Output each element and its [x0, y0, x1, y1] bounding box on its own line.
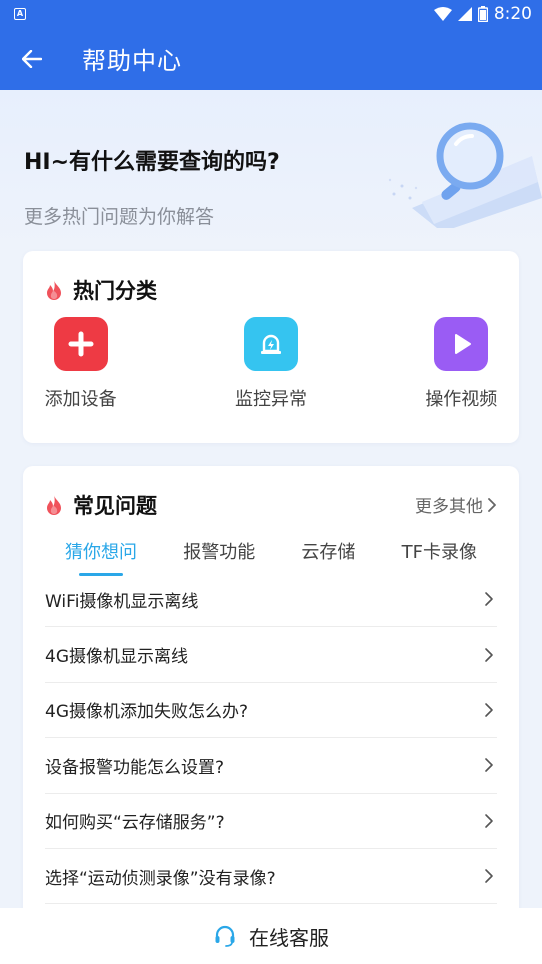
status-bar: A 8:20	[0, 0, 542, 27]
chevron-right-icon	[481, 591, 497, 607]
faq-item[interactable]: 如何购买“云存储服务”?	[45, 794, 497, 849]
hot-categories-card: 热门分类 添加设备 监控异常 操作视频	[23, 251, 519, 443]
chevron-right-icon	[488, 497, 496, 512]
faq-question: 设备报警功能怎么设置?	[45, 757, 225, 778]
wifi-icon	[433, 6, 452, 21]
category-list: 添加设备 监控异常 操作视频	[23, 317, 519, 411]
category-label: 监控异常	[234, 389, 307, 410]
status-time: 8:20	[493, 3, 532, 24]
play-icon	[434, 317, 489, 371]
hot-categories-header: 热门分类	[45, 275, 157, 305]
category-tutorial-video[interactable]: 操作视频	[379, 317, 542, 411]
category-label: 添加设备	[44, 389, 117, 410]
chevron-right-icon	[481, 757, 497, 773]
online-service-label: 在线客服	[249, 925, 329, 950]
faq-title: 常见问题	[73, 494, 157, 518]
more-other-link[interactable]: 更多其他	[415, 492, 497, 517]
chevron-right-icon	[481, 813, 497, 829]
hero-title: HI~有什么需要查询的吗?	[24, 150, 280, 175]
faq-item[interactable]: WiFi摄像机显示离线	[45, 572, 497, 628]
plus-icon	[53, 317, 108, 371]
chevron-right-icon	[481, 647, 497, 663]
page-title: 帮助中心	[82, 47, 182, 75]
back-button[interactable]	[0, 27, 64, 90]
category-monitor-exception[interactable]: 监控异常	[188, 317, 353, 411]
category-add-device[interactable]: 添加设备	[0, 317, 163, 411]
hero-banner: HI~有什么需要查询的吗? 更多热门问题为你解答	[0, 90, 542, 250]
faq-header: 常见问题	[45, 490, 157, 520]
chevron-right-icon	[481, 702, 497, 718]
alert-light-icon	[243, 317, 298, 371]
faq-question: 选择“运动侦测录像”没有录像?	[45, 868, 276, 889]
faq-list: WiFi摄像机显示离线 4G摄像机显示离线 4G摄像机添加失败怎么办? 设备报警…	[45, 572, 497, 905]
hero-subtitle: 更多热门问题为你解答	[24, 206, 215, 228]
faq-question: 如何购买“云存储服务”?	[45, 813, 225, 834]
faq-question: 4G摄像机显示离线	[45, 647, 188, 668]
faq-item[interactable]: 4G摄像机显示离线	[45, 627, 497, 683]
faq-question: WiFi摄像机显示离线	[45, 591, 199, 612]
faq-item[interactable]: 设备报警功能怎么设置?	[45, 738, 497, 794]
more-other-label: 更多其他	[415, 497, 483, 517]
faq-card: 常见问题 更多其他 猜你想问 报警功能 云存储 TF卡录像 WiFi摄像机显示离…	[23, 466, 519, 926]
hot-categories-title: 热门分类	[73, 279, 157, 303]
fire-icon	[47, 280, 61, 300]
category-label: 操作视频	[425, 389, 498, 410]
signal-icon	[457, 6, 472, 21]
faq-item[interactable]: 选择“运动侦测录像”没有录像?	[45, 849, 497, 905]
app-bar: 帮助中心	[0, 27, 542, 90]
magnifier-illustration-icon	[388, 122, 542, 228]
chevron-right-icon	[481, 868, 497, 884]
fire-icon	[47, 495, 61, 515]
arrow-left-icon	[22, 49, 42, 68]
faq-item[interactable]: 4G摄像机添加失败怎么办?	[45, 683, 497, 739]
battery-icon	[477, 5, 488, 22]
app-notification-icon: A	[14, 7, 26, 20]
faq-question: 4G摄像机添加失败怎么办?	[45, 702, 249, 723]
online-service-button[interactable]: 在线客服	[0, 908, 542, 964]
headset-icon	[215, 925, 235, 947]
